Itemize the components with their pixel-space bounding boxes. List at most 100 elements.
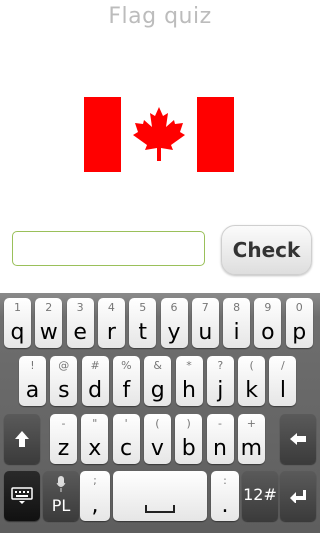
key-hint: 0 — [295, 301, 303, 314]
key-hint: 8 — [233, 301, 241, 314]
key-i[interactable]: 8i — [223, 298, 251, 348]
flag-image — [84, 97, 234, 172]
period-key[interactable]: : . — [211, 471, 239, 521]
key-label: a — [25, 378, 40, 403]
key-hint: % — [121, 359, 132, 372]
key-g[interactable]: & g — [144, 356, 172, 406]
key-label: f — [122, 378, 131, 403]
key-f[interactable]: % f — [112, 356, 140, 406]
key-u[interactable]: 7u — [191, 298, 219, 348]
shift-arrow-icon — [4, 414, 40, 464]
backspace-arrow-icon — [280, 414, 316, 464]
symbols-key[interactable]: 12# — [242, 471, 278, 521]
key-label: u — [198, 320, 213, 345]
key-hint: # — [90, 359, 100, 372]
key-z[interactable]: -z — [50, 414, 77, 464]
comma-hint: ; — [93, 474, 97, 487]
key-d[interactable]: # d — [81, 356, 109, 406]
key-s[interactable]: @ s — [50, 356, 78, 406]
app-title: Flag quiz — [108, 4, 212, 29]
comma-key[interactable]: ; , — [80, 471, 110, 521]
key-w[interactable]: 2w — [35, 298, 63, 348]
key-label: q — [10, 320, 25, 345]
key-n[interactable]: -n — [206, 414, 234, 464]
flag-center — [121, 97, 197, 172]
key-c[interactable]: ' c — [112, 414, 140, 464]
key-hint: 7 — [201, 301, 209, 314]
space-bar-icon — [113, 471, 207, 521]
key-hint: ? — [217, 359, 224, 372]
key-label: y — [167, 320, 181, 345]
key-r[interactable]: 4r — [97, 298, 125, 348]
key-label: s — [58, 378, 70, 403]
key-x[interactable]: " x — [81, 414, 109, 464]
key-hint: ( — [249, 359, 254, 372]
enter-key[interactable] — [280, 471, 316, 521]
key-o[interactable]: 9o — [254, 298, 282, 348]
key-label: t — [138, 320, 147, 345]
flag-left-band — [84, 97, 121, 172]
key-label: p — [292, 320, 307, 345]
key-hint: * — [186, 359, 192, 372]
period-label: . — [221, 493, 229, 518]
key-p[interactable]: 0p — [285, 298, 313, 348]
key-hint: 3 — [76, 301, 84, 314]
key-hint: 2 — [45, 301, 53, 314]
key-j[interactable]: ? j — [206, 356, 234, 406]
key-hint: - — [61, 417, 66, 430]
key-hint: / — [281, 359, 285, 372]
shift-key[interactable] — [4, 414, 40, 464]
key-hint: + — [246, 417, 256, 430]
enter-arrow-icon — [280, 471, 316, 521]
key-label: h — [182, 378, 196, 403]
check-button[interactable]: Check — [221, 225, 312, 275]
key-label: e — [73, 320, 87, 345]
key-l[interactable]: / l — [269, 356, 297, 406]
key-label: j — [217, 378, 224, 403]
key-label: k — [245, 378, 258, 403]
key-label: l — [279, 378, 286, 403]
space-key[interactable] — [113, 471, 207, 521]
key-label: n — [213, 436, 227, 461]
key-hint: 1 — [14, 301, 21, 314]
key-y[interactable]: 6y — [160, 298, 188, 348]
key-q[interactable]: 1q — [4, 298, 31, 348]
key-hint: ) — [186, 417, 191, 430]
answer-input[interactable] — [12, 231, 205, 266]
key-h[interactable]: * h — [175, 356, 203, 406]
flag-right-band — [197, 97, 234, 172]
language-label: PL — [51, 496, 71, 515]
key-b[interactable]: ) b — [175, 414, 203, 464]
comma-label: , — [91, 493, 99, 518]
key-hint: 5 — [139, 301, 147, 314]
key-label: z — [57, 436, 70, 461]
key-t[interactable]: 5t — [129, 298, 157, 348]
key-label: i — [233, 320, 240, 345]
key-hint: 4 — [107, 301, 115, 314]
key-label: v — [150, 436, 164, 461]
key-hint: ! — [30, 359, 35, 372]
key-m[interactable]: + m — [237, 414, 265, 464]
keyboard-hide-key[interactable] — [4, 471, 40, 521]
key-label: d — [88, 378, 103, 403]
key-e[interactable]: 3e — [66, 298, 94, 348]
key-label: c — [120, 436, 133, 461]
key-label: m — [240, 436, 263, 461]
key-label: g — [150, 378, 165, 403]
key-hint: @ — [58, 359, 70, 372]
mic-language-key[interactable]: PL — [43, 471, 79, 521]
key-hint: ( — [155, 417, 160, 430]
key-k[interactable]: (k — [238, 356, 266, 406]
key-label: o — [261, 320, 275, 345]
soft-keyboard: PL ; , : . 12# 1 q 2 w 3 e 4 r 5 t 6 y 7 u 8 i 9 o 0 p! a @ s #… — [0, 293, 320, 533]
symbols-label: 12# — [243, 485, 277, 504]
key-label: b — [181, 436, 196, 461]
backspace-key[interactable] — [280, 414, 316, 464]
key-v[interactable]: (v — [143, 414, 171, 464]
key-label: x — [88, 436, 102, 461]
key-hint: " — [92, 417, 98, 430]
period-hint: : — [223, 474, 227, 487]
microphone-icon — [43, 476, 79, 496]
key-hint: ' — [124, 417, 128, 430]
key-a[interactable]: ! a — [19, 356, 46, 406]
